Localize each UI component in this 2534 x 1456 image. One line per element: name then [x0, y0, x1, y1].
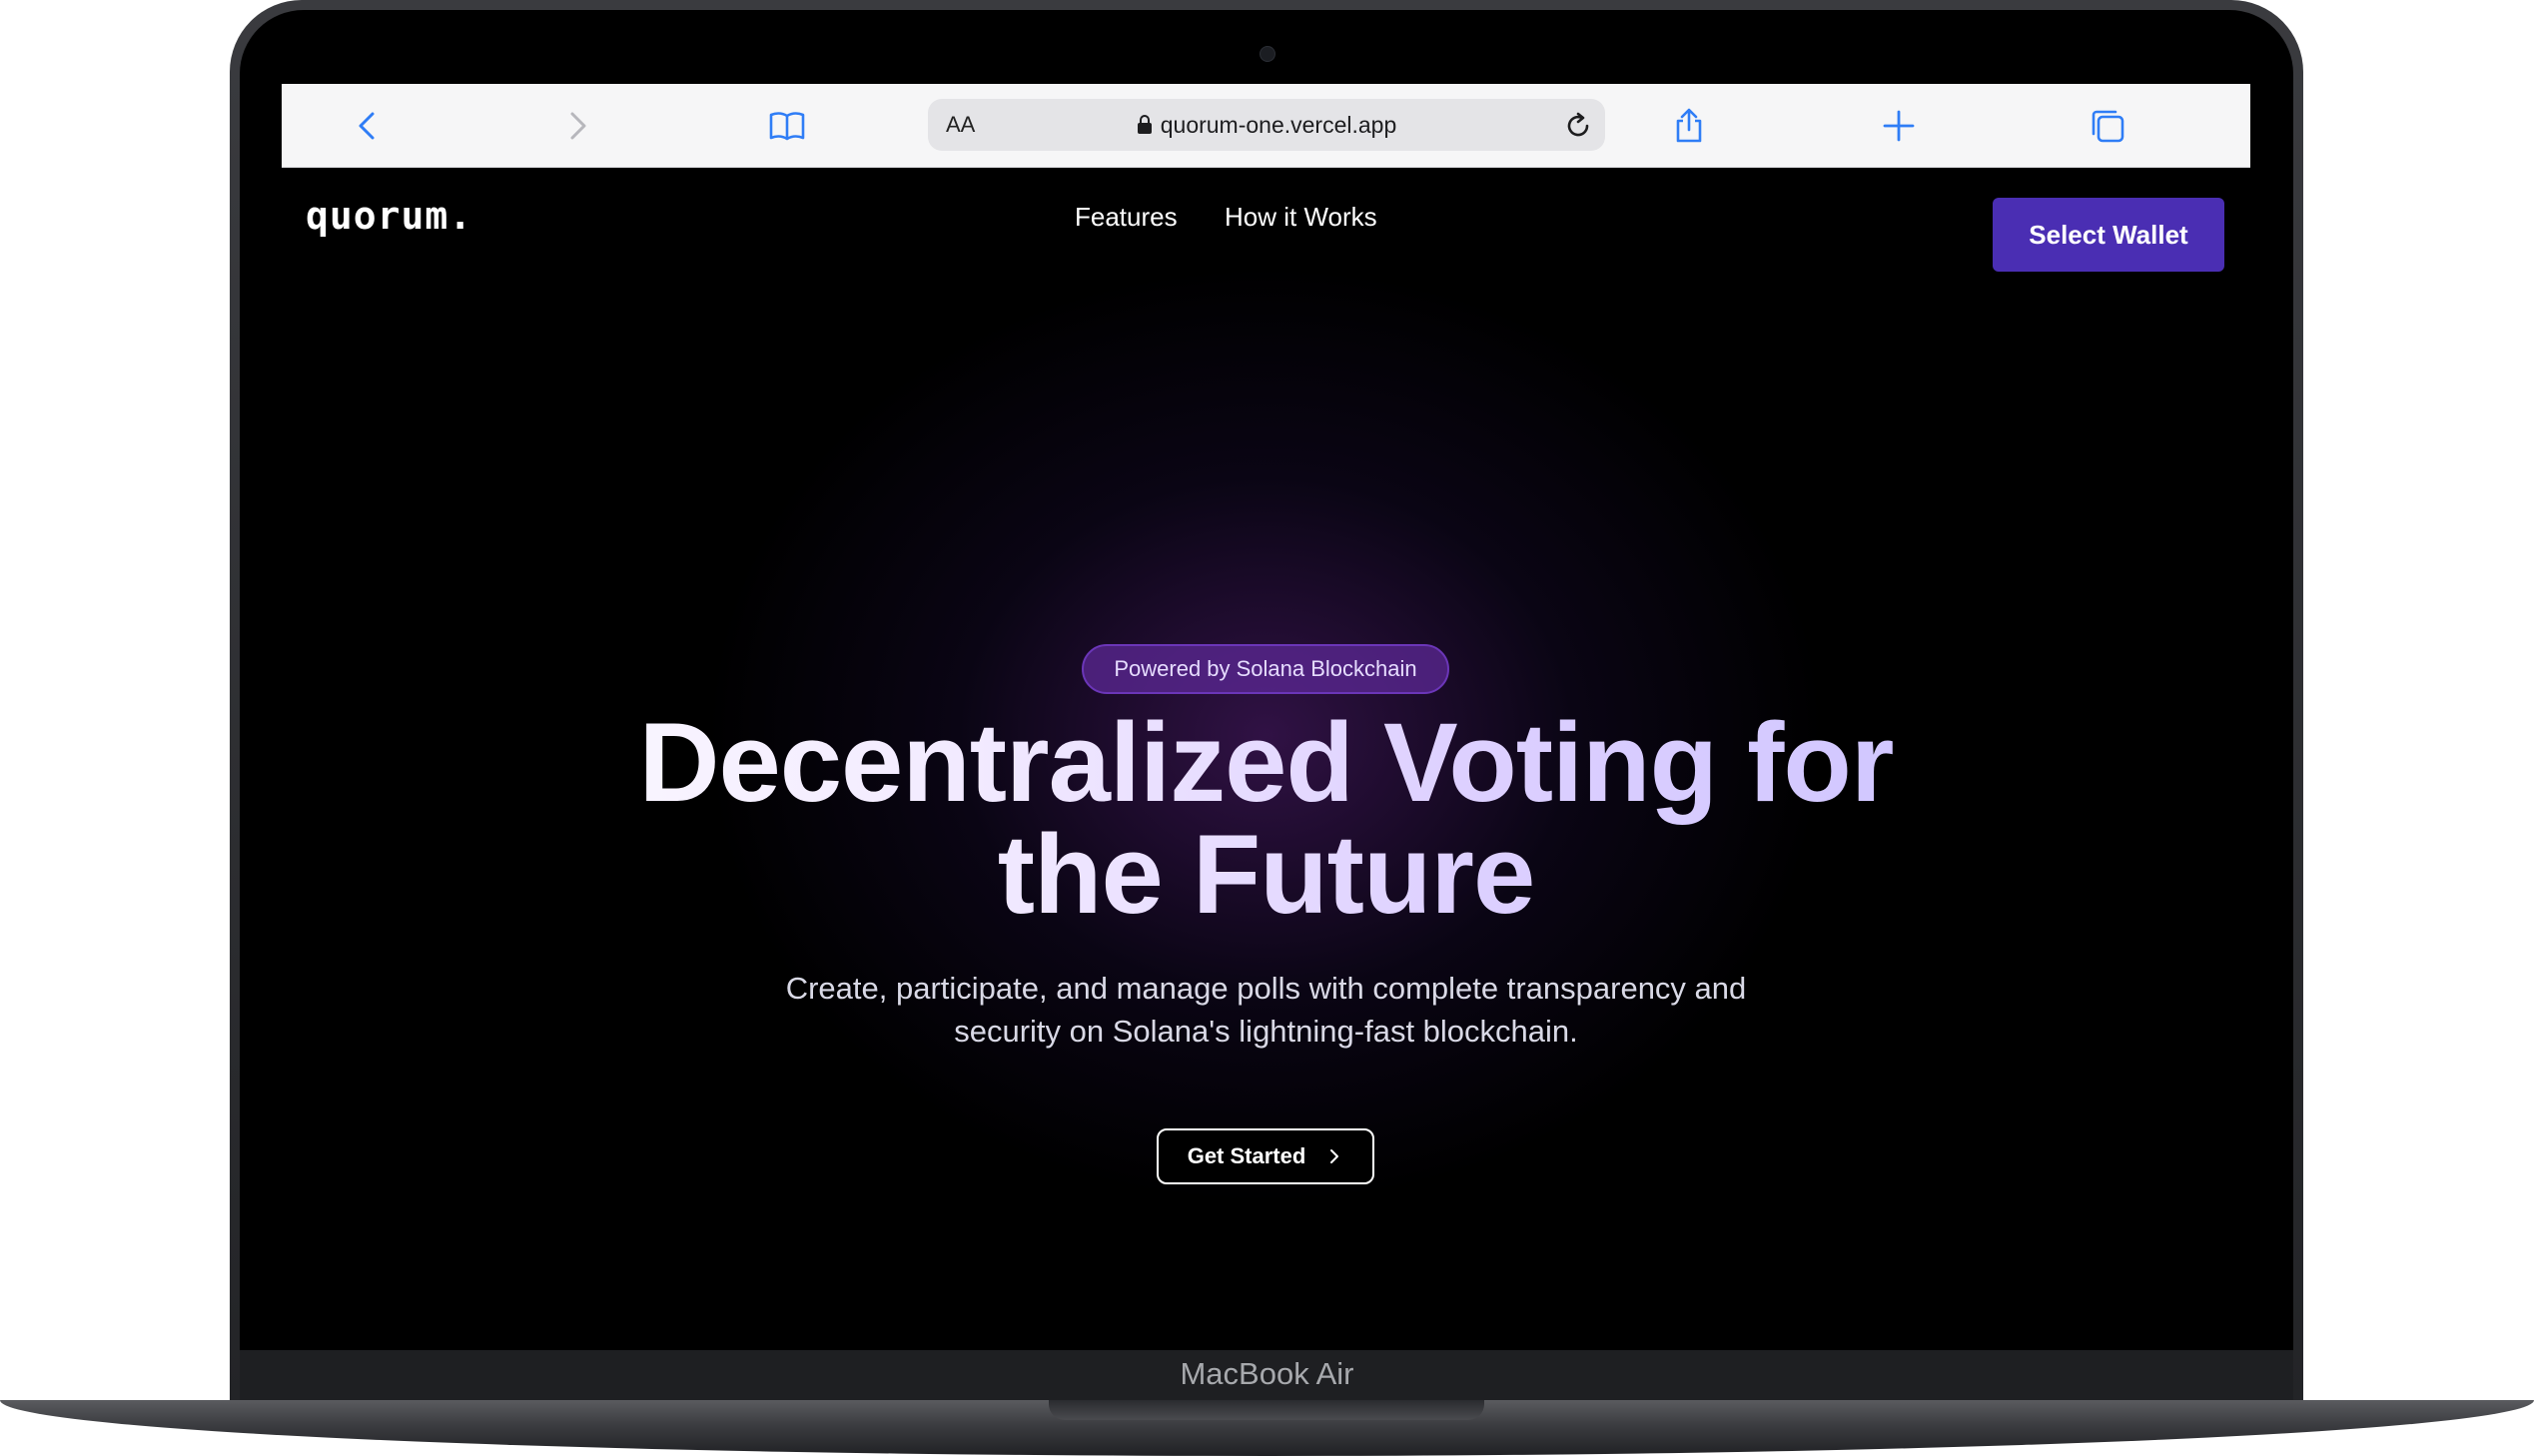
select-wallet-button[interactable]: Select Wallet: [1993, 198, 2224, 272]
back-button[interactable]: [340, 98, 396, 154]
address-bar[interactable]: AA quorum-one.vercel.app: [928, 99, 1605, 151]
lock-icon: [1137, 115, 1152, 134]
screen: AA quorum-one.vercel.app quorum. Feature…: [282, 84, 2250, 1350]
forward-button[interactable]: [549, 98, 605, 154]
chevron-left-icon: [359, 112, 375, 140]
device-label: MacBook Air: [1180, 1356, 1354, 1391]
headline-line-1: Decentralized Voting for: [638, 700, 1894, 825]
book-icon: [769, 112, 805, 141]
hero-subtitle: Create, participate, and manage polls wi…: [785, 971, 1747, 1049]
share-button[interactable]: [1661, 98, 1717, 154]
chevron-right-icon: [570, 112, 586, 140]
powered-by-badge: Powered by Solana Blockchain: [1082, 644, 1449, 694]
camera-icon: [1260, 46, 1275, 62]
nav-how-it-works-link[interactable]: How it Works: [1225, 202, 1377, 233]
laptop-hinge-notch: [1049, 1400, 1484, 1420]
reload-icon[interactable]: [1561, 109, 1595, 143]
hero-headline: Decentralized Voting for the Future: [282, 707, 2250, 931]
share-icon: [1676, 108, 1702, 143]
web-page: quorum. Features How it Works Select Wal…: [282, 168, 2250, 1350]
site-logo[interactable]: quorum.: [306, 194, 472, 238]
headline-line-2: the Future: [997, 812, 1535, 937]
tabs-icon: [2092, 110, 2124, 143]
chevron-right-icon: [1330, 1149, 1339, 1163]
get-started-label: Get Started: [1187, 1143, 1306, 1168]
safari-toolbar: AA quorum-one.vercel.app: [282, 84, 2250, 168]
plus-icon: [1883, 110, 1915, 142]
tabs-button[interactable]: [2080, 98, 2135, 154]
url-text: quorum-one.vercel.app: [1160, 112, 1397, 138]
get-started-button[interactable]: Get Started: [1157, 1128, 1374, 1184]
nav-features-link[interactable]: Features: [1075, 202, 1178, 233]
new-tab-button[interactable]: [1871, 98, 1927, 154]
bookmarks-button[interactable]: [759, 98, 815, 154]
